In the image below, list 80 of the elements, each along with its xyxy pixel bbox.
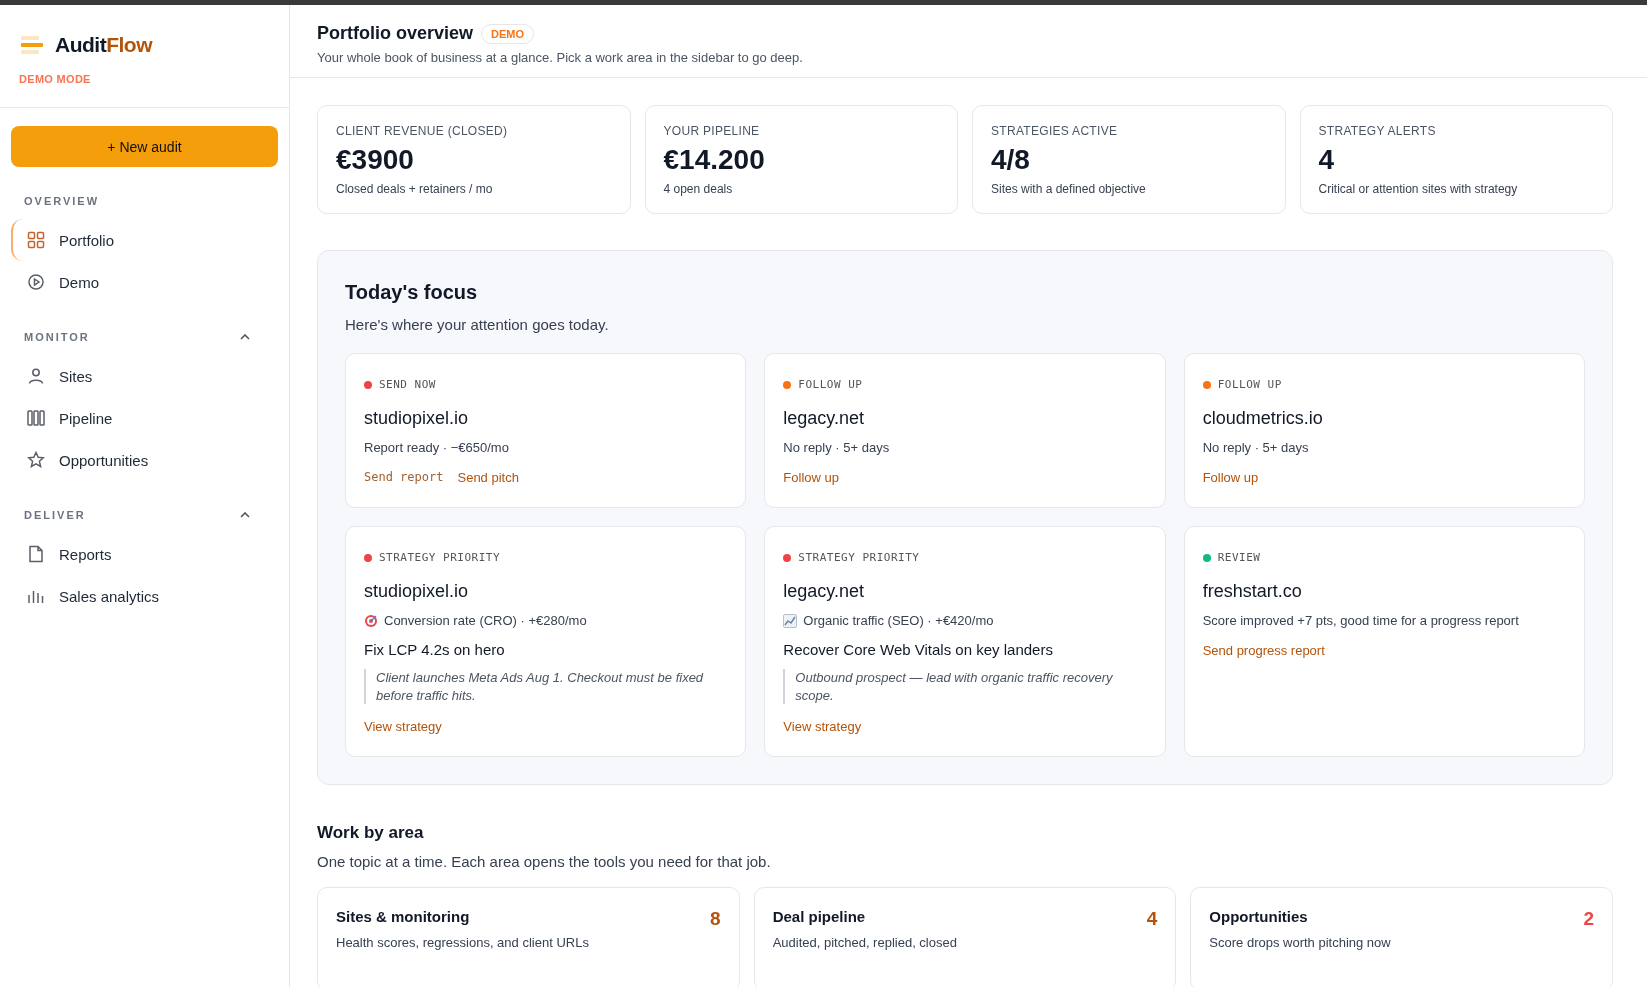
- stat-value: €3900: [336, 144, 415, 176]
- new-audit-button[interactable]: + New audit: [11, 126, 278, 167]
- logo-icon: [19, 35, 45, 55]
- stat-label: CLIENT REVENUE (CLOSED): [336, 124, 509, 138]
- nav-item[interactable]: Portfolio: [11, 219, 278, 261]
- area-description: Score drops worth pitching now: [1209, 935, 1391, 951]
- target-icon: [364, 613, 378, 628]
- focus-tag: STRATEGY PRIORITY: [379, 551, 501, 564]
- stat-note: Closed deals + retainers / mo: [336, 182, 494, 196]
- stat-note: Critical or attention sites with strategy: [1318, 182, 1519, 196]
- area-description: Audited, pitched, replied, closed: [772, 935, 957, 951]
- stat-value: 4: [1318, 144, 1336, 176]
- nav-item[interactable]: Opportunities: [11, 439, 278, 481]
- stat-label: YOUR PIPELINE: [663, 124, 761, 138]
- card-meta: Organic traffic (SEO) · +€420/mo: [803, 613, 994, 628]
- nav-item[interactable]: Reports: [11, 533, 278, 575]
- stat-note: Sites with a defined objective: [991, 182, 1147, 196]
- stat-note: 4 open deals: [663, 182, 734, 196]
- nav-item[interactable]: Sales analytics: [11, 575, 278, 617]
- action-link[interactable]: Follow up: [783, 470, 839, 485]
- card-meta: No reply · 5+ days: [1202, 440, 1309, 455]
- site-name: studiopixel.io: [364, 581, 470, 602]
- section-title: MONITOR: [24, 331, 90, 343]
- area-title: Sites & monitoring: [336, 908, 471, 926]
- line-chart-icon: [783, 613, 798, 628]
- stat-value: 4/8: [991, 144, 1031, 176]
- action-link[interactable]: Send report: [364, 470, 444, 485]
- nav-item[interactable]: Sites: [11, 355, 278, 397]
- stat-value: €14.200: [663, 144, 766, 176]
- task-title: Fix LCP 4.2s on hero: [364, 641, 506, 658]
- stat-label: STRATEGY ALERTS: [1318, 124, 1437, 138]
- action-link[interactable]: View strategy: [364, 719, 442, 735]
- site-name: legacy.net: [783, 408, 866, 429]
- star-icon: [27, 451, 45, 469]
- area-count: 2: [1583, 908, 1594, 932]
- action-link[interactable]: Follow up: [1202, 470, 1259, 485]
- nav-item[interactable]: Pipeline: [11, 397, 278, 439]
- section-title: OVERVIEW: [24, 195, 100, 207]
- section-subtitle: Here's where your attention goes today.: [345, 316, 610, 333]
- action-link[interactable]: View strategy: [783, 719, 862, 735]
- columns-icon: [27, 409, 45, 427]
- focus-tag: FOLLOW UP: [1217, 378, 1282, 391]
- site-name: studiopixel.io: [364, 408, 470, 429]
- area-description: Health scores, regressions, and client URLs: [336, 935, 589, 951]
- card-meta: Conversion rate (CRO) · +€280/mo: [384, 613, 587, 628]
- document-icon: [27, 545, 45, 563]
- brand-name: AuditFlow: [55, 33, 152, 57]
- person-icon: [27, 367, 45, 385]
- focus-tag: SEND NOW: [379, 378, 436, 391]
- area-count: 8: [710, 908, 721, 932]
- page-title: Portfolio overview: [317, 23, 474, 44]
- section-heading: Today's focus: [345, 281, 479, 304]
- play-icon: [27, 273, 45, 291]
- grid-icon: [27, 231, 45, 249]
- card-note: Outbound prospect — lead with organic traffic recovery scope.: [783, 669, 1147, 705]
- nav-item[interactable]: Demo: [11, 261, 278, 303]
- section-title: DELIVER: [24, 509, 86, 521]
- focus-tag: REVIEW: [1217, 551, 1261, 564]
- site-name: cloudmetrics.io: [1202, 408, 1324, 429]
- area-count: 4: [1146, 908, 1158, 932]
- mode-label: DEMO MODE: [19, 73, 92, 85]
- card-meta: Score improved +7 pts, good time for a progress report: [1202, 613, 1519, 628]
- card-meta: Report ready · −€650/mo: [364, 440, 509, 455]
- chevron-icon[interactable]: [240, 512, 250, 518]
- site-name: legacy.net: [783, 581, 866, 602]
- card-note: Client launches Meta Ads Aug 1. Checkout must be fixed before traffic hits.: [364, 669, 728, 705]
- chevron-icon[interactable]: [240, 334, 250, 340]
- stat-label: STRATEGIES ACTIVE: [991, 124, 1119, 138]
- action-link[interactable]: Send progress report: [1202, 643, 1325, 658]
- card-meta: No reply · 5+ days: [783, 440, 890, 455]
- area-title: Deal pipeline: [772, 908, 867, 926]
- action-link[interactable]: Send pitch: [457, 470, 519, 485]
- section-heading: Work by area: [317, 823, 425, 844]
- site-name: freshstart.co: [1202, 581, 1303, 602]
- focus-tag: FOLLOW UP: [798, 378, 863, 391]
- area-title: Opportunities: [1209, 908, 1309, 926]
- task-title: Recover Core Web Vitals on key landers: [783, 641, 1054, 658]
- section-subtitle: One topic at a time. Each area opens the tools you need for that job.: [317, 853, 772, 871]
- focus-tag: STRATEGY PRIORITY: [798, 551, 920, 564]
- page-subtitle: Your whole book of business at a glance. Pick a work area in the sidebar to go deep.: [317, 50, 804, 65]
